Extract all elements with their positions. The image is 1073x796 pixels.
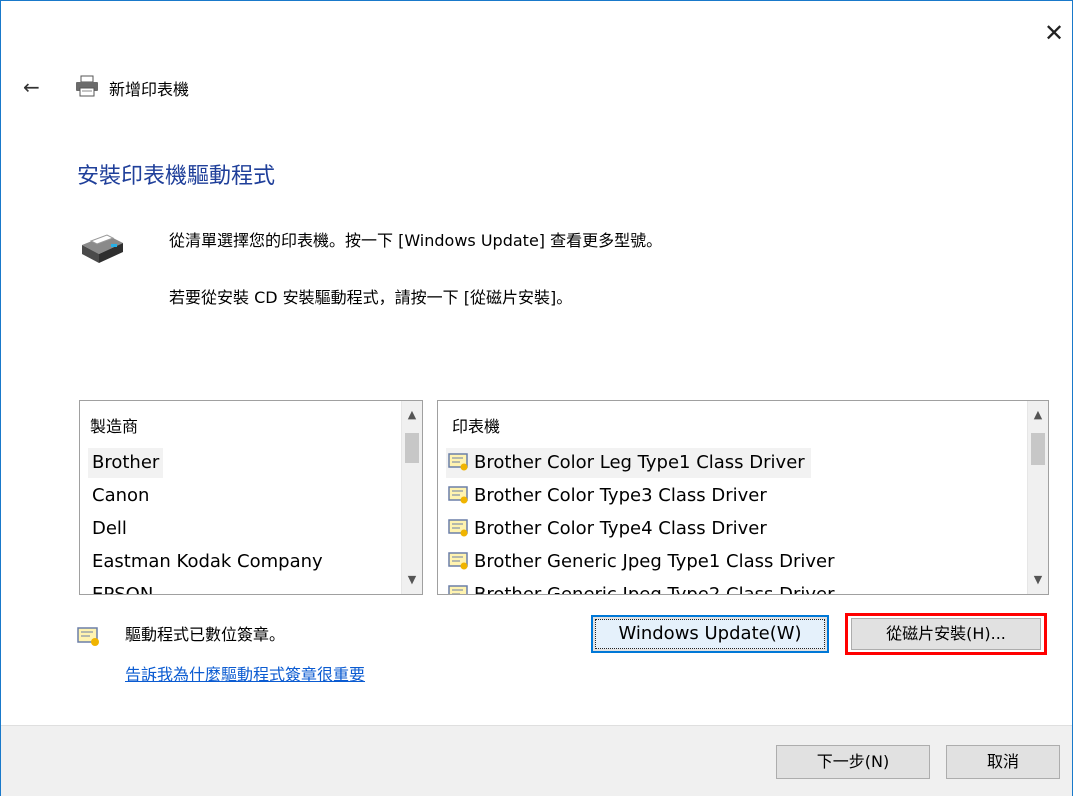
list-item[interactable]: Brother Color Leg Type1 Class Driver xyxy=(446,448,811,478)
scroll-down-icon[interactable]: ▼ xyxy=(1028,570,1048,590)
manufacturer-list-header: 製造商 xyxy=(90,417,139,436)
scroll-down-icon[interactable]: ▼ xyxy=(402,570,422,590)
list-item[interactable]: Brother Color Type3 Class Driver xyxy=(448,481,767,511)
driver-certificate-icon xyxy=(448,552,468,570)
close-icon[interactable]: ✕ xyxy=(1041,21,1067,47)
list-item[interactable]: EPSON xyxy=(92,580,153,594)
list-item[interactable]: Brother Generic Jpeg Type2 Class Driver xyxy=(448,580,835,595)
add-printer-window: ✕ ← 新增印表機 安裝印表機驅動程式 從清單選擇您的印表機。按一下 [Wind… xyxy=(0,0,1073,796)
printer-model-list[interactable]: 印表機 Brother Color Leg Type1 Class Driver… xyxy=(437,400,1049,595)
manufacturer-list[interactable]: 製造商 Brother Canon Dell Eastman Kodak Com… xyxy=(79,400,423,595)
windows-update-button[interactable]: Windows Update(W) xyxy=(591,615,829,653)
next-button[interactable]: 下一步(N) xyxy=(776,745,930,779)
have-disk-button[interactable]: 從磁片安裝(H)... xyxy=(851,618,1041,650)
printer-scrollbar[interactable]: ▲ ▼ xyxy=(1027,401,1048,594)
printer-icon xyxy=(76,75,98,97)
printer-model-label: Brother Color Type3 Class Driver xyxy=(474,485,767,506)
list-item[interactable]: Dell xyxy=(92,514,127,544)
printer-large-icon xyxy=(82,234,123,263)
printer-list-header: 印表機 xyxy=(452,417,501,436)
printer-model-label: Brother Generic Jpeg Type1 Class Driver xyxy=(474,551,835,572)
printer-model-label: Brother Color Type4 Class Driver xyxy=(474,518,767,539)
window-title: 新增印表機 xyxy=(109,80,190,99)
printer-model-label: Brother Color Leg Type1 Class Driver xyxy=(474,452,805,473)
scroll-thumb[interactable] xyxy=(1031,433,1045,465)
list-item[interactable]: Canon xyxy=(92,481,149,511)
instruction-text-1: 從清單選擇您的印表機。按一下 [Windows Update] 查看更多型號。 xyxy=(169,231,663,250)
windows-update-label: Windows Update(W) xyxy=(595,619,825,649)
list-item[interactable]: Eastman Kodak Company xyxy=(92,547,323,577)
driver-certificate-icon xyxy=(448,453,468,471)
scroll-up-icon[interactable]: ▲ xyxy=(402,405,422,425)
driver-signing-info-link[interactable]: 告訴我為什麼驅動程式簽章很重要 xyxy=(125,661,365,685)
scroll-up-icon[interactable]: ▲ xyxy=(1028,405,1048,425)
instruction-text-2: 若要從安裝 CD 安裝驅動程式，請按一下 [從磁片安裝]。 xyxy=(169,288,573,307)
driver-certificate-icon xyxy=(77,627,99,646)
list-item[interactable]: Brother Generic Jpeg Type1 Class Driver xyxy=(448,547,835,577)
scroll-thumb[interactable] xyxy=(405,433,419,463)
driver-certificate-icon xyxy=(448,585,468,594)
back-arrow-icon[interactable]: ← xyxy=(23,75,40,99)
list-item[interactable]: Brother xyxy=(88,448,164,478)
signature-status-text: 驅動程式已數位簽章。 xyxy=(125,625,286,644)
page-heading: 安裝印表機驅動程式 xyxy=(77,164,276,189)
cancel-button[interactable]: 取消 xyxy=(946,745,1060,779)
driver-certificate-icon xyxy=(448,486,468,504)
driver-certificate-icon xyxy=(448,519,468,537)
printer-model-label: Brother Generic Jpeg Type2 Class Driver xyxy=(474,584,835,595)
manufacturer-scrollbar[interactable]: ▲ ▼ xyxy=(401,401,422,594)
list-item[interactable]: Brother Color Type4 Class Driver xyxy=(448,514,767,544)
